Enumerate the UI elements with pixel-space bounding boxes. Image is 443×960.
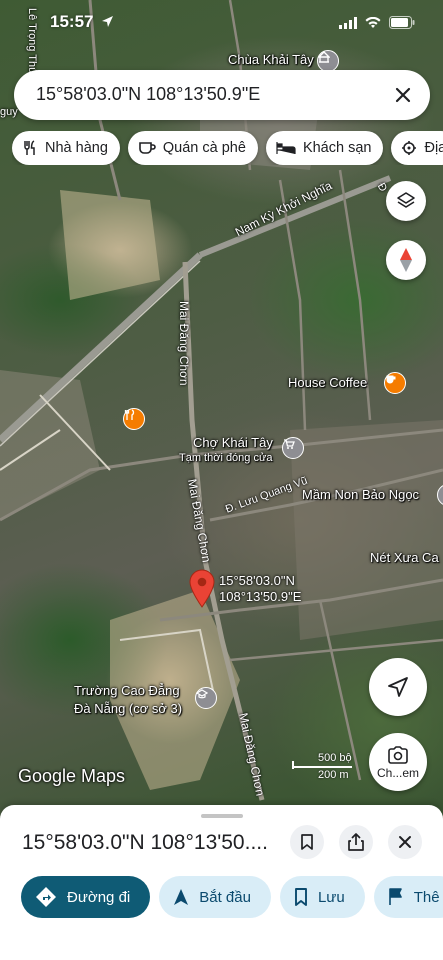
action-label: Bắt đầu xyxy=(199,888,251,906)
save-button[interactable]: Lưu xyxy=(279,876,365,918)
drag-handle[interactable] xyxy=(201,814,243,818)
place-label-truong-line1[interactable]: Trường Cao Đẳng xyxy=(74,683,180,698)
action-label: Đường đi xyxy=(67,888,131,906)
status-icons xyxy=(339,16,415,29)
screenshot-search-button[interactable]: Ch...em xyxy=(369,733,427,791)
directions-icon xyxy=(36,887,56,907)
add-label-button[interactable]: Thê xyxy=(373,876,443,918)
market-poi-icon[interactable] xyxy=(282,437,304,459)
attractions-icon xyxy=(402,141,417,155)
college-poi-icon[interactable] xyxy=(195,687,217,709)
pin-longitude: 108°13'50.9"E xyxy=(219,589,302,604)
map-scale: 500 bộ 200 m xyxy=(292,752,372,782)
compass-button[interactable] xyxy=(386,240,426,280)
category-chips: Nhà hàng Quán cà phê Khách sạn Địa xyxy=(12,131,443,165)
road-label-partial: guy xyxy=(0,106,18,118)
wifi-icon xyxy=(365,16,381,28)
bookmark-icon xyxy=(301,834,313,850)
scale-meters: 200 m xyxy=(318,769,349,781)
place-bottom-sheet[interactable]: 15°58'03.0"N 108°13'50.... Đường đi Bắt … xyxy=(0,805,443,960)
share-button[interactable] xyxy=(339,825,373,859)
restaurant-poi-icon[interactable] xyxy=(123,408,145,430)
action-label: Thê xyxy=(413,888,440,906)
pin-coordinates-label: 15°58'03.0"N 108°13'50.9"E xyxy=(219,573,301,605)
cellular-signal-icon xyxy=(339,16,357,29)
location-arrow-icon xyxy=(102,16,113,27)
pin-latitude: 15°58'03.0"N xyxy=(219,573,295,588)
search-query[interactable]: 15°58'03.0"N 108°13'50.9"E xyxy=(36,84,260,105)
layers-button[interactable] xyxy=(386,181,426,221)
save-icon-button[interactable] xyxy=(290,825,324,859)
scale-bar xyxy=(292,766,352,768)
directions-button[interactable]: Đường đi xyxy=(21,876,151,918)
chip-label: Quán cà phê xyxy=(162,140,246,156)
close-sheet-button[interactable] xyxy=(388,825,422,859)
coffee-cup-icon xyxy=(139,142,156,154)
place-label-chua-khai-tay[interactable]: Chùa Khải Tây xyxy=(228,52,314,67)
scale-feet: 500 bộ xyxy=(318,752,352,764)
temple-icon[interactable] xyxy=(317,50,339,72)
place-label-truong-line2[interactable]: Đà Nẵng (cơ sở 3) xyxy=(74,701,182,716)
chip-hotels[interactable]: Khách sạn xyxy=(265,131,384,165)
my-location-button[interactable] xyxy=(369,658,427,716)
chip-restaurants[interactable]: Nhà hàng xyxy=(12,131,120,165)
place-label-net-xua[interactable]: Nét Xưa Ca xyxy=(370,550,439,565)
chip-attractions[interactable]: Địa xyxy=(391,131,443,165)
navigation-arrow-icon xyxy=(388,677,408,697)
coffee-poi-icon[interactable] xyxy=(384,372,406,394)
fork-knife-icon xyxy=(24,140,35,155)
action-label: Lưu xyxy=(317,888,345,906)
place-status-closed: Tạm thời đóng cửa xyxy=(179,452,273,464)
google-maps-attribution: Google Maps xyxy=(18,766,126,786)
place-title: 15°58'03.0"N 108°13'50.... xyxy=(22,831,268,854)
status-bar: 15:57 xyxy=(0,0,443,44)
chip-coffee[interactable]: Quán cà phê xyxy=(127,131,258,165)
navigation-arrow-icon xyxy=(174,889,189,905)
close-search-button[interactable] xyxy=(386,78,420,112)
bookmark-icon xyxy=(295,888,307,906)
compass-icon xyxy=(400,248,412,272)
place-label-cho-khai-tay[interactable]: Chợ Khái Tây xyxy=(193,435,273,450)
flag-icon xyxy=(388,888,402,905)
start-button[interactable]: Bắt đầu xyxy=(159,876,271,918)
road-label-mai-dang-chon-north: Mai Đăng Chơn xyxy=(177,301,191,386)
battery-icon xyxy=(389,16,415,29)
chip-label: Nhà hàng xyxy=(45,140,108,156)
place-label-house-coffee[interactable]: House Coffee xyxy=(288,375,367,390)
share-icon xyxy=(348,833,364,851)
status-time: 15:57 xyxy=(50,12,94,31)
close-icon xyxy=(395,87,411,103)
camera-search-icon xyxy=(388,745,408,764)
action-buttons: Đường đi Bắt đầu Lưu Thê xyxy=(21,876,443,918)
close-icon xyxy=(399,836,411,848)
screenshot-button-label: Ch...em xyxy=(376,765,419,780)
place-label-mam-non[interactable]: Mầm Non Bảo Ngọc xyxy=(302,487,419,502)
chip-label: Khách sạn xyxy=(302,140,372,156)
chip-label: Địa xyxy=(424,140,443,156)
bed-icon xyxy=(276,142,296,154)
search-bar[interactable]: 15°58'03.0"N 108°13'50.9"E xyxy=(14,70,430,120)
layers-icon xyxy=(397,192,415,208)
